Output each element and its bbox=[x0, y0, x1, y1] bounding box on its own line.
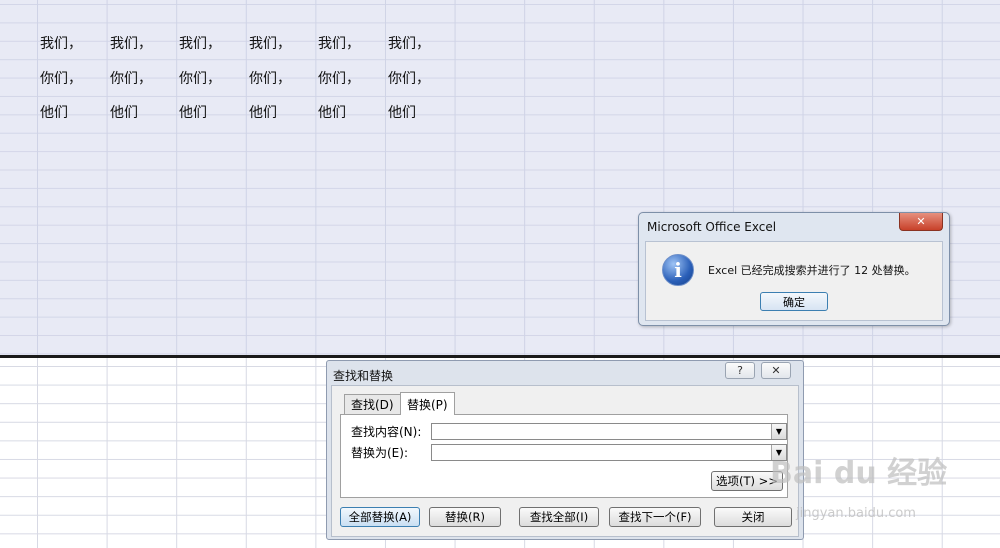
baidu-watermark: Bai du 经验 bbox=[770, 456, 948, 491]
dialog-content: 查找(D) 替换(P) 查找内容(N): ▼ 替换为(E): ▼ 选项(T) >… bbox=[331, 385, 799, 537]
cell-r2-c4[interactable]: 你们， bbox=[249, 68, 291, 88]
cell-r1-c4[interactable]: 我们， bbox=[249, 33, 291, 53]
close-icon[interactable]: ✕ bbox=[761, 362, 791, 379]
help-icon[interactable]: ? bbox=[725, 362, 755, 379]
tab-replace[interactable]: 替换(P) bbox=[400, 392, 455, 415]
cell-r1-c5[interactable]: 我们， bbox=[318, 33, 360, 53]
close-icon[interactable]: ✕ bbox=[899, 213, 943, 231]
cell-r3-c1[interactable]: 他们 bbox=[40, 102, 68, 122]
find-what-label: 查找内容(N): bbox=[351, 425, 422, 439]
cell-r2-c5[interactable]: 你们， bbox=[318, 68, 360, 88]
result-message: Excel 已经完成搜索并进行了 12 处替换。 bbox=[708, 264, 916, 277]
dialog-title: Microsoft Office Excel bbox=[647, 220, 777, 234]
cell-r1-c1[interactable]: 我们， bbox=[40, 33, 82, 53]
replace-with-input[interactable]: ▼ bbox=[431, 444, 787, 461]
cell-r2-c6[interactable]: 你们， bbox=[388, 68, 430, 88]
watermark-url: jingyan.baidu.com bbox=[796, 506, 916, 521]
chevron-down-icon[interactable]: ▼ bbox=[771, 424, 786, 439]
cell-r3-c3[interactable]: 他们 bbox=[179, 102, 207, 122]
cell-r1-c3[interactable]: 我们， bbox=[179, 33, 221, 53]
cell-r3-c4[interactable]: 他们 bbox=[249, 102, 277, 122]
dialog-body: i Excel 已经完成搜索并进行了 12 处替换。 确定 bbox=[645, 241, 943, 321]
cell-r3-c6[interactable]: 他们 bbox=[388, 102, 416, 122]
tab-find[interactable]: 查找(D) bbox=[344, 394, 401, 414]
cell-r2-c1[interactable]: 你们， bbox=[40, 68, 82, 88]
replace-button[interactable]: 替换(R) bbox=[429, 507, 501, 527]
cell-r2-c2[interactable]: 你们， bbox=[110, 68, 152, 88]
replace-tab-panel: 查找内容(N): ▼ 替换为(E): ▼ 选项(T) >> bbox=[340, 414, 788, 498]
find-what-input[interactable]: ▼ bbox=[431, 423, 787, 440]
cell-r3-c2[interactable]: 他们 bbox=[110, 102, 138, 122]
find-replace-dialog: 查找和替换 ? ✕ 查找(D) 替换(P) 查找内容(N): ▼ 替换为(E):… bbox=[326, 360, 804, 540]
cell-r1-c6[interactable]: 我们， bbox=[388, 33, 430, 53]
find-next-button[interactable]: 查找下一个(F) bbox=[609, 507, 701, 527]
info-icon: i bbox=[662, 254, 694, 286]
ok-button[interactable]: 确定 bbox=[760, 292, 828, 311]
replace-result-dialog: Microsoft Office Excel ✕ i Excel 已经完成搜索并… bbox=[638, 212, 950, 326]
cell-r1-c2[interactable]: 我们， bbox=[110, 33, 152, 53]
cell-r3-c5[interactable]: 他们 bbox=[318, 102, 346, 122]
cell-r2-c3[interactable]: 你们， bbox=[179, 68, 221, 88]
find-all-button[interactable]: 查找全部(I) bbox=[519, 507, 599, 527]
replace-all-button[interactable]: 全部替换(A) bbox=[340, 507, 420, 527]
dialog-title: 查找和替换 bbox=[333, 369, 394, 383]
close-button[interactable]: 关闭 bbox=[714, 507, 792, 527]
replace-with-label: 替换为(E): bbox=[351, 446, 408, 460]
